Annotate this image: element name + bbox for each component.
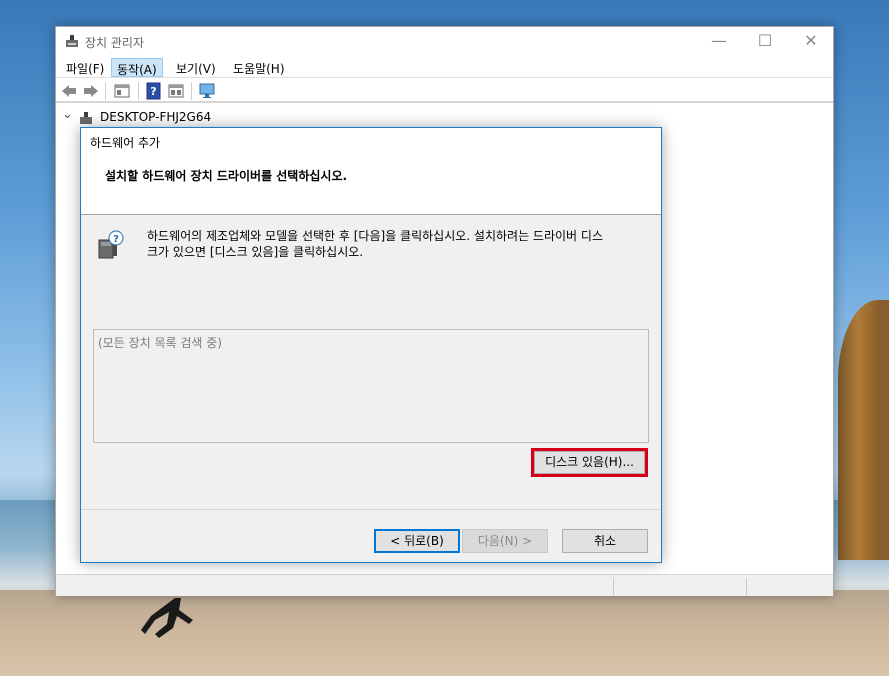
menu-view[interactable]: 보기(V) [171, 58, 221, 77]
dialog-title: 하드웨어 추가 [90, 136, 161, 150]
next-button[interactable]: 다음(N) > [462, 529, 548, 553]
status-separator [746, 578, 747, 595]
menu-bar: 파일(F) 동작(A) 보기(V) 도움말(H) [56, 56, 833, 78]
computer-icon [80, 112, 92, 124]
dialog-heading: 설치할 하드웨어 장치 드라이버를 선택하십시오. [105, 169, 348, 183]
device-listbox[interactable]: (모든 장치 목록 검색 중) [93, 329, 649, 443]
dialog-header: 하드웨어 추가 설치할 하드웨어 장치 드라이버를 선택하십시오. [81, 128, 661, 215]
toolbar-separator [105, 82, 106, 100]
status-bar [56, 574, 833, 596]
add-hardware-dialog: 하드웨어 추가 설치할 하드웨어 장치 드라이버를 선택하십시오. ? 하드웨어… [80, 127, 662, 563]
instruction-line: 크가 있으면 [디스크 있음]을 클릭하십시오. [147, 245, 364, 259]
status-separator [613, 578, 614, 595]
desktop-cliff [838, 300, 889, 560]
cancel-button[interactable]: 취소 [562, 529, 648, 553]
back-button[interactable]: < 뒤로(B) [374, 529, 460, 553]
dialog-instruction: 하드웨어의 제조업체와 모델을 선택한 후 [다음]을 클릭하십시오. 설치하려… [147, 228, 647, 260]
properties-icon[interactable] [113, 82, 131, 100]
maximize-button[interactable]: ☐ [742, 27, 788, 57]
svg-text:?: ? [150, 85, 156, 98]
toolbar-separator [191, 82, 192, 100]
menu-action[interactable]: 동작(A) [111, 58, 163, 77]
dialog-divider [81, 509, 661, 510]
have-disk-button[interactable]: 디스크 있음(H)... [534, 451, 645, 474]
menu-help[interactable]: 도움말(H) [228, 58, 290, 77]
panel-icon[interactable] [167, 82, 185, 100]
instruction-line: 하드웨어의 제조업체와 모델을 선택한 후 [다음]을 클릭하십시오. 설치하려… [147, 229, 603, 243]
listbox-status-text: (모든 장치 목록 검색 중) [98, 336, 222, 350]
close-button[interactable]: ✕ [788, 27, 834, 57]
help-icon[interactable]: ? [145, 82, 163, 100]
forward-icon[interactable] [82, 82, 100, 100]
device-manager-icon [66, 35, 78, 47]
back-icon[interactable] [60, 82, 78, 100]
toolbar: ? [56, 79, 833, 103]
window-title: 장치 관리자 [85, 36, 145, 50]
title-bar: 장치 관리자 — ☐ ✕ [56, 27, 833, 57]
tree-root-label: DESKTOP-FHJ2G64 [100, 110, 212, 124]
menu-file[interactable]: 파일(F) [61, 58, 109, 77]
hardware-question-icon: ? [98, 230, 124, 259]
monitor-icon[interactable] [198, 82, 216, 100]
svg-text:?: ? [113, 234, 119, 245]
toolbar-separator [138, 82, 139, 100]
minimize-button[interactable]: — [696, 27, 742, 57]
runner-silhouette [141, 598, 193, 638]
chevron-down-icon[interactable]: ⌄ [62, 107, 73, 122]
